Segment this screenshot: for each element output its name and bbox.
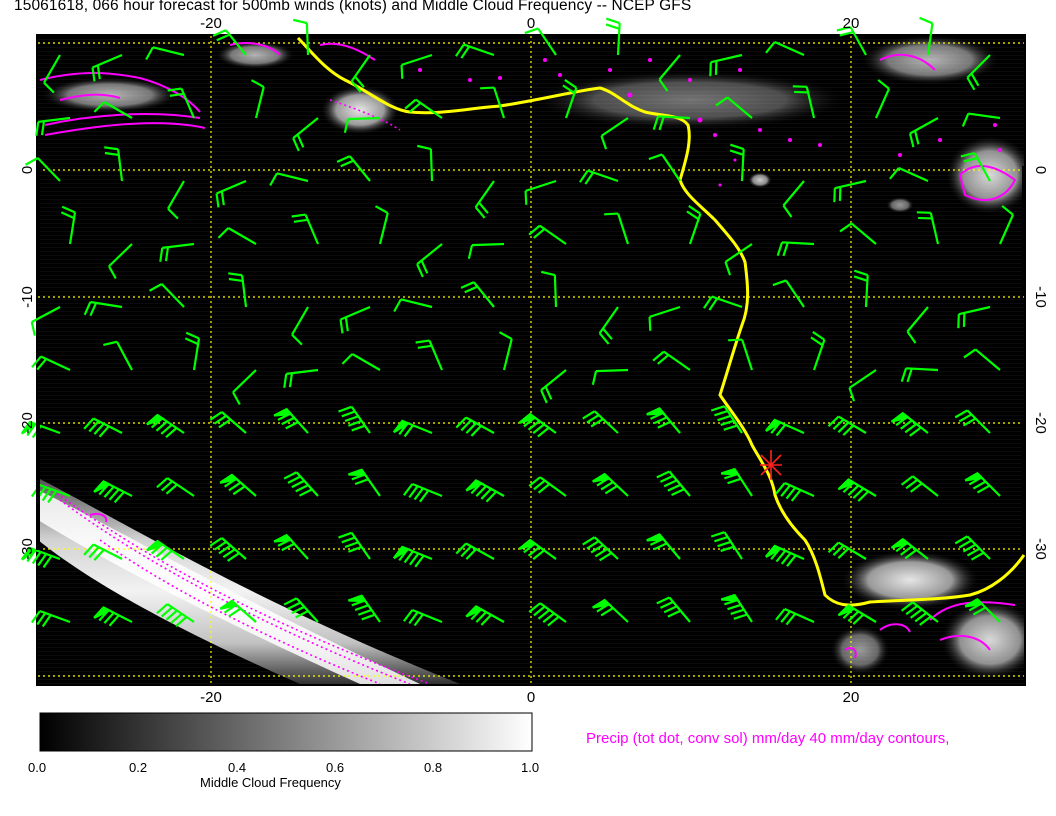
precip-legend: Precip (tot dot, conv sol) mm/day 40 mm/… [586,730,950,747]
lat-tick-right-neg10: -10 [1032,286,1049,308]
lat-tick-right-neg20: -20 [1032,412,1049,434]
lon-tick-top-neg20: -20 [200,15,222,32]
lat-tick-left-neg30: -30 [19,538,36,560]
colorbar-tick-3: 0.6 [326,760,345,775]
colorbar-tick-4: 0.8 [424,760,443,775]
lon-tick-top-0: 0 [527,15,535,32]
map-panel: -20 0 20 -20 0 20 0 -10 -20 -30 0 -10 -2… [19,15,1049,752]
lat-tick-right-0: 0 [1032,166,1049,174]
lat-tick-left-neg20: -20 [19,412,36,434]
lon-tick-bottom-20: 20 [843,689,860,706]
lat-tick-left-neg10: -10 [19,286,36,308]
lat-tick-left-0: 0 [19,166,36,174]
colorbar [39,712,533,752]
lon-tick-bottom-0: 0 [527,689,535,706]
colorbar-title: Middle Cloud Frequency [200,775,341,790]
colorbar-tick-0: 0.0 [28,760,47,775]
lat-tick-right-neg30: -30 [1032,538,1049,560]
colorbar-tick-2: 0.4 [228,760,247,775]
lon-tick-bottom-neg20: -20 [200,689,222,706]
colorbar-tick-1: 0.2 [129,760,148,775]
colorbar-tick-5: 1.0 [521,760,540,775]
lon-tick-top-20: 20 [843,15,860,32]
